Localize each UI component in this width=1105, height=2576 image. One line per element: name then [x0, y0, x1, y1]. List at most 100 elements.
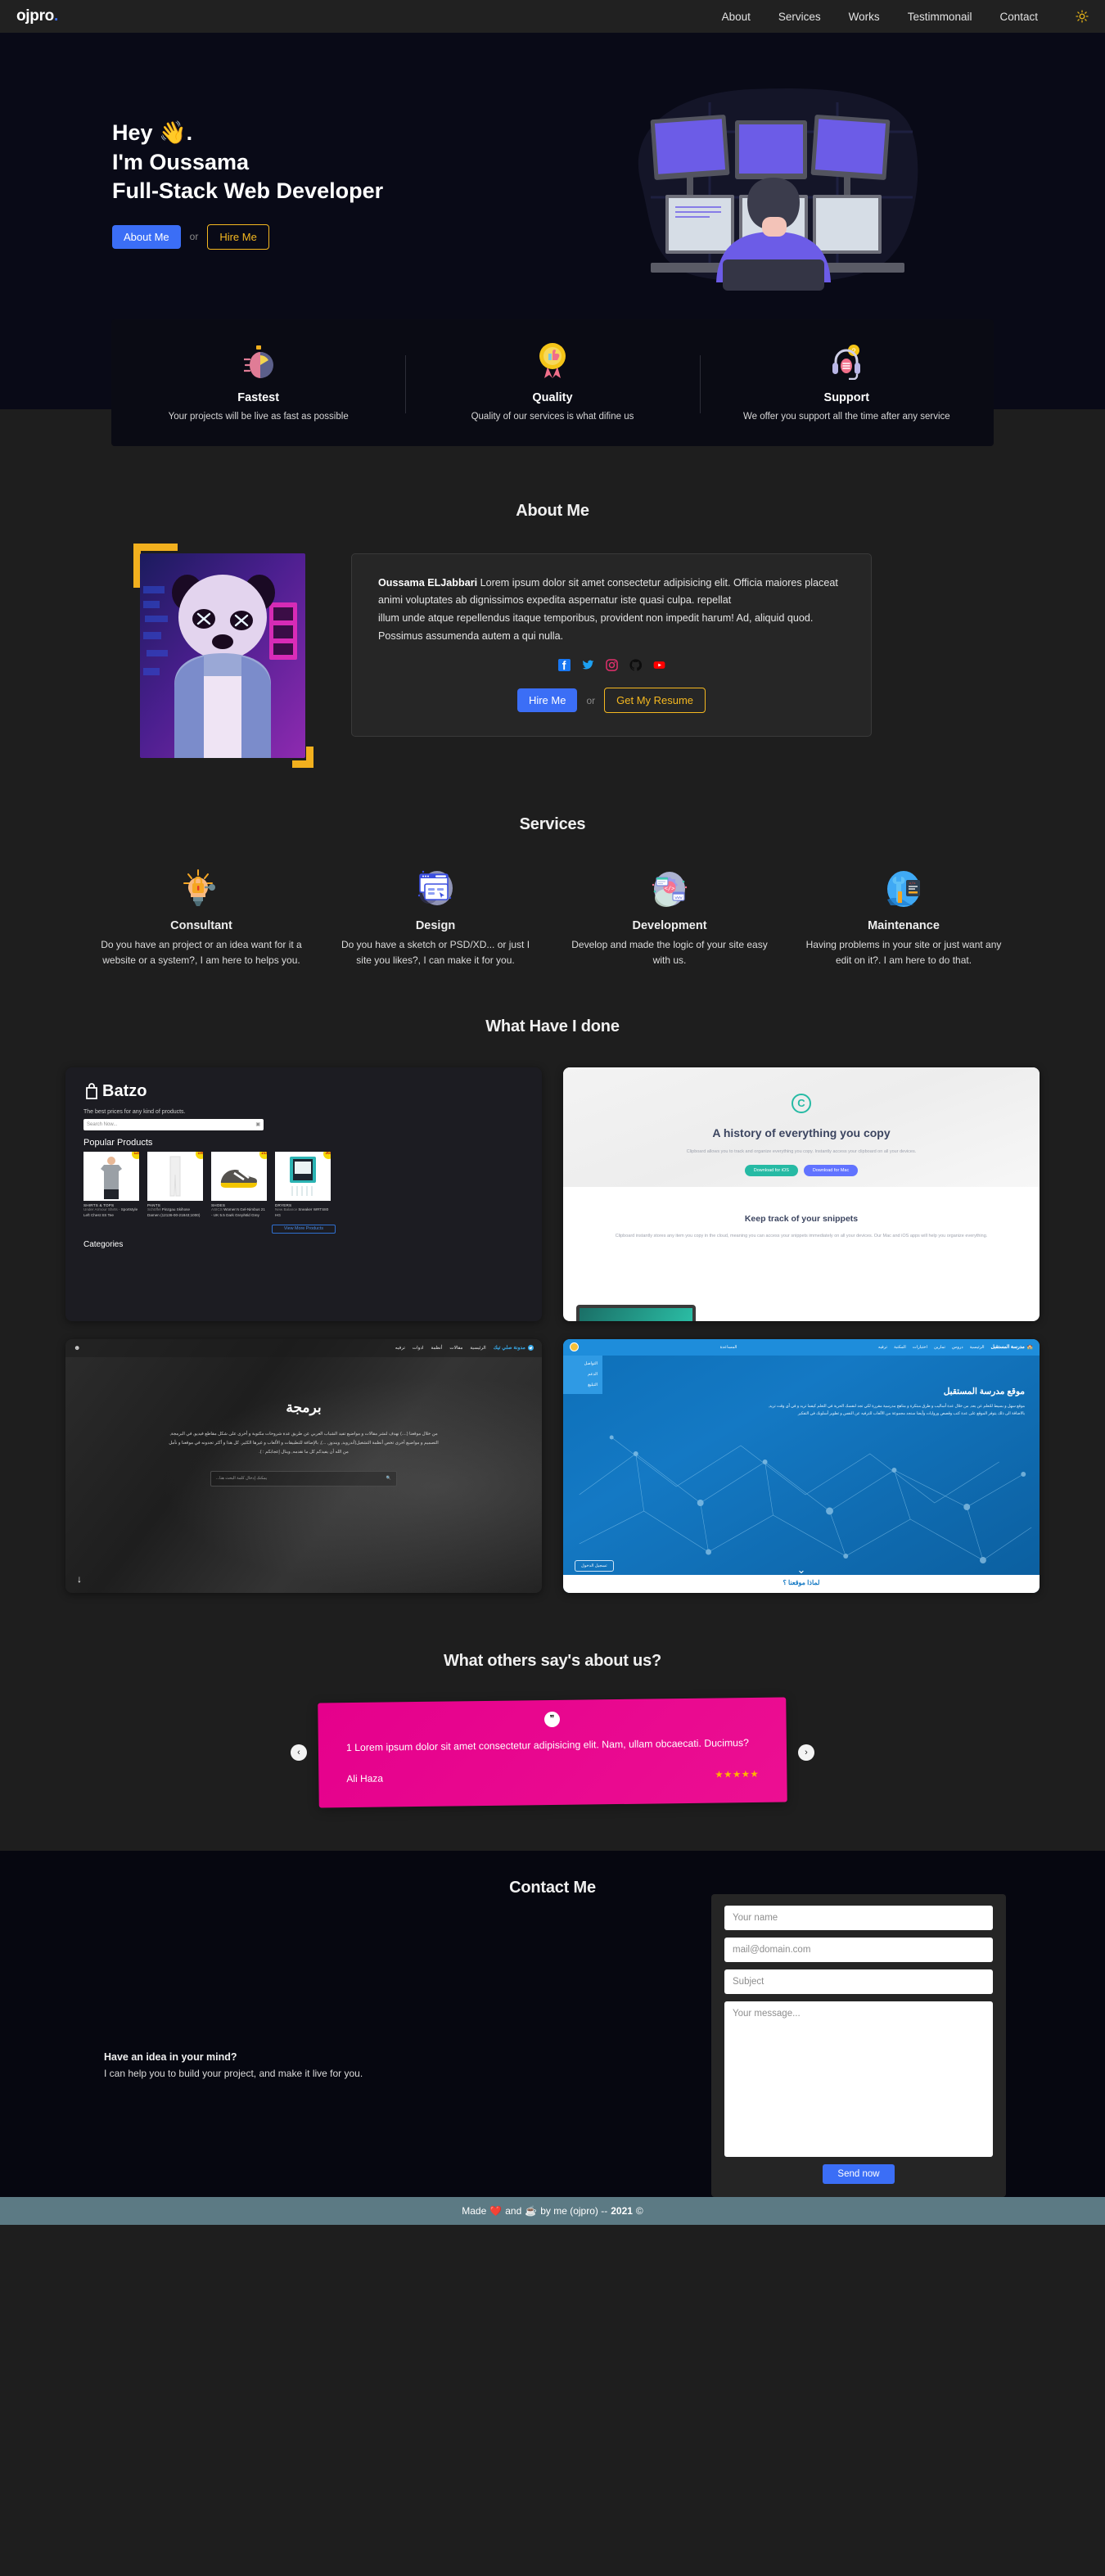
feature-support: ? Support We offer you support all the t… [699, 342, 994, 425]
wrench-screwdriver-icon: </> [803, 867, 1004, 909]
corner-accent-bottom-right [292, 746, 313, 768]
batzo-product-brand: Schöffel [147, 1207, 161, 1211]
feature-desc: We offer you support all the time after … [742, 412, 950, 422]
footer-author-label: by me (ojpro) -- [540, 2204, 608, 2217]
scroll-down-arrow-icon[interactable]: ↓ [77, 1573, 82, 1585]
clipboard-heading-2: Keep track of your snippets [744, 1213, 859, 1224]
gear-code-icon: </> www [569, 867, 770, 909]
arblog-nav-tools[interactable]: ادوات [413, 1346, 424, 1351]
arschool-footer-band: لماذا موقعنا ؟ [563, 1574, 1040, 1593]
arblog-search-input[interactable]: 🔍 يمكنك إدخال كلمة البحث هنا... [210, 1470, 397, 1487]
sun-icon [1076, 10, 1089, 23]
work-card-arabic-blog[interactable]: مدونة صلي تيك الرئيسية مقالات أنظمة ادوا… [65, 1338, 542, 1593]
subject-field[interactable] [724, 1969, 993, 1994]
clipboard-logo-icon: C [792, 1093, 811, 1113]
nav-link-testimonial[interactable]: Testimmonail [908, 11, 972, 23]
nav-link-about[interactable]: About [722, 11, 751, 23]
batzo-price-badge: 215 [259, 1151, 267, 1159]
developer-at-monitors-icon [638, 88, 918, 291]
clipboard-download-ios-button[interactable]: Download for iOS [744, 1164, 798, 1176]
svg-text:www: www [674, 896, 683, 900]
about-hire-me-button[interactable]: Hire Me [516, 688, 578, 713]
theme-toggle-button[interactable] [1074, 8, 1090, 25]
site-logo[interactable]: ojpro. [16, 7, 58, 25]
contact-section: Contact Me Have an idea in your mind? I … [0, 1850, 1105, 2197]
image-search-icon[interactable]: ▣ [255, 1121, 260, 1127]
testimonial-text: 1 Lorem ipsum dolor sit amet consectetur… [345, 1736, 750, 1753]
about-paragraph-2: illum unde atque repellendus itaque temp… [378, 612, 814, 642]
hero-about-me-button[interactable]: About Me [112, 224, 181, 249]
arschool-dropdown-support[interactable]: الدعم [563, 1369, 602, 1380]
arblog-brand: مدونة صلي تيك [494, 1345, 534, 1351]
twitter-icon[interactable] [582, 659, 594, 671]
hero-greeting: Hey 👋. [112, 120, 193, 146]
logo-dot: . [54, 7, 58, 25]
youtube-icon[interactable] [653, 659, 665, 671]
nav-link-works[interactable]: Works [849, 11, 880, 23]
lightbulb-lock-icon [101, 867, 302, 909]
batzo-product[interactable]: 195 PANTS Schöffel Pinzgau Skihose Damen… [147, 1151, 203, 1219]
user-account-icon[interactable]: ☻ [74, 1344, 80, 1351]
neon-panda-icon [140, 553, 305, 758]
nav-link-contact[interactable]: Contact [999, 11, 1038, 23]
service-consultant: Consultant Do you have an project or an … [94, 867, 309, 968]
about-name: Oussama ELJabbari [378, 576, 478, 589]
hero-text-block: Hey 👋. I'm Oussama Full-Stack Web Develo… [94, 119, 536, 250]
batzo-price-badge: 125 [132, 1151, 139, 1159]
arschool-help-dropdown: التواصل الدعم التبليغ [563, 1355, 602, 1394]
github-icon[interactable] [629, 659, 642, 671]
service-title: Consultant [170, 918, 232, 932]
email-field[interactable] [724, 1937, 993, 1962]
arblog-nav-home[interactable]: الرئيسية [470, 1346, 485, 1351]
arblog-nav-systems[interactable]: أنظمة [431, 1346, 442, 1351]
work-card-clipboard[interactable]: C A history of everything you copy Clipb… [563, 1067, 1040, 1321]
contact-left-block: Have an idea in your mind? I can help yo… [104, 1929, 711, 2079]
hero-hire-me-button[interactable]: Hire Me [207, 223, 269, 250]
clipboard-download-mac-button[interactable]: Download for Mac [803, 1164, 859, 1176]
arschool-dropdown-contact[interactable]: التواصل [563, 1359, 602, 1369]
arblog-heading: برمجة [286, 1399, 322, 1415]
headset-support-icon: ? [728, 342, 966, 380]
message-field[interactable] [724, 2001, 993, 2157]
about-buttons: Hire Me or Get My Resume [378, 688, 845, 714]
name-field[interactable] [724, 1905, 993, 1930]
feature-quality: Quality Quality of our services is what … [405, 342, 699, 425]
arblog-nav-fun[interactable]: ترفيه [395, 1346, 405, 1351]
nav-link-services[interactable]: Services [778, 11, 821, 23]
facebook-icon[interactable] [557, 659, 571, 672]
batzo-product[interactable]: 125 SHIRTS & TOPS Under Armour Shirts - … [83, 1151, 139, 1219]
testimonial-prev-button[interactable]: ‹ [291, 1744, 307, 1761]
about-profile-image [140, 553, 305, 758]
hero-illustration [536, 78, 1011, 291]
batzo-view-more-button[interactable]: View More Products [272, 1224, 336, 1234]
arschool-dropdown-report[interactable]: التبليغ [563, 1380, 602, 1391]
arblog-paragraph: من خلال موقعنا (....) نهدف لنشر مقالات و… [169, 1431, 439, 1455]
search-icon: 🔍 [386, 1476, 391, 1482]
send-now-button[interactable]: Send now [823, 2163, 895, 2184]
testimonial-stars: ★★★★★ [715, 1769, 760, 1780]
about-paragraphs: Oussama ELJabbari Lorem ipsum dolor sit … [378, 575, 845, 646]
feature-title: Fastest [237, 391, 280, 404]
clipboard-subtext-2: Clipboard instantly stores any item you … [615, 1233, 988, 1238]
work-card-batzo[interactable]: Batzo The best prices for any kind of pr… [65, 1067, 542, 1321]
arblog-nav-articles[interactable]: مقالات [449, 1346, 462, 1351]
nav-links: About Services Works Testimmonail Contac… [722, 8, 1090, 25]
batzo-product[interactable]: 365 DRYERS New Balance Sneaker WRTS80 HG [275, 1151, 331, 1219]
batzo-logo: Batzo [83, 1082, 524, 1101]
shopping-bag-icon [86, 1083, 97, 1100]
batzo-product[interactable]: 215 SHOES ASICS Women's Gel-Nimbus 21 - … [211, 1151, 267, 1219]
work-card-arabic-school[interactable]: 🏫 مدرسة المستقبل الرئيسية دروس تمارين اخ… [563, 1338, 1040, 1593]
footer-copyright: © [635, 2204, 643, 2217]
arblog-search-placeholder: يمكنك إدخال كلمة البحث هنا... [216, 1476, 268, 1482]
feature-fastest: Fastest Your projects will be live as fa… [111, 342, 405, 425]
works-title: What Have I done [485, 1017, 620, 1035]
footer-made-label: Made [462, 2204, 487, 2217]
about-resume-button[interactable]: Get My Resume [604, 688, 706, 714]
arschool-login-button[interactable]: تسجيل الدخول [575, 1559, 614, 1572]
about-or-label: or [586, 694, 596, 706]
instagram-icon[interactable] [605, 659, 618, 672]
services-title: Services [519, 814, 586, 833]
testimonial-next-button[interactable]: › [798, 1744, 814, 1761]
hero-buttons: About Me or Hire Me [112, 223, 536, 250]
batzo-search-input[interactable]: Search Now... ▣ [83, 1118, 264, 1130]
